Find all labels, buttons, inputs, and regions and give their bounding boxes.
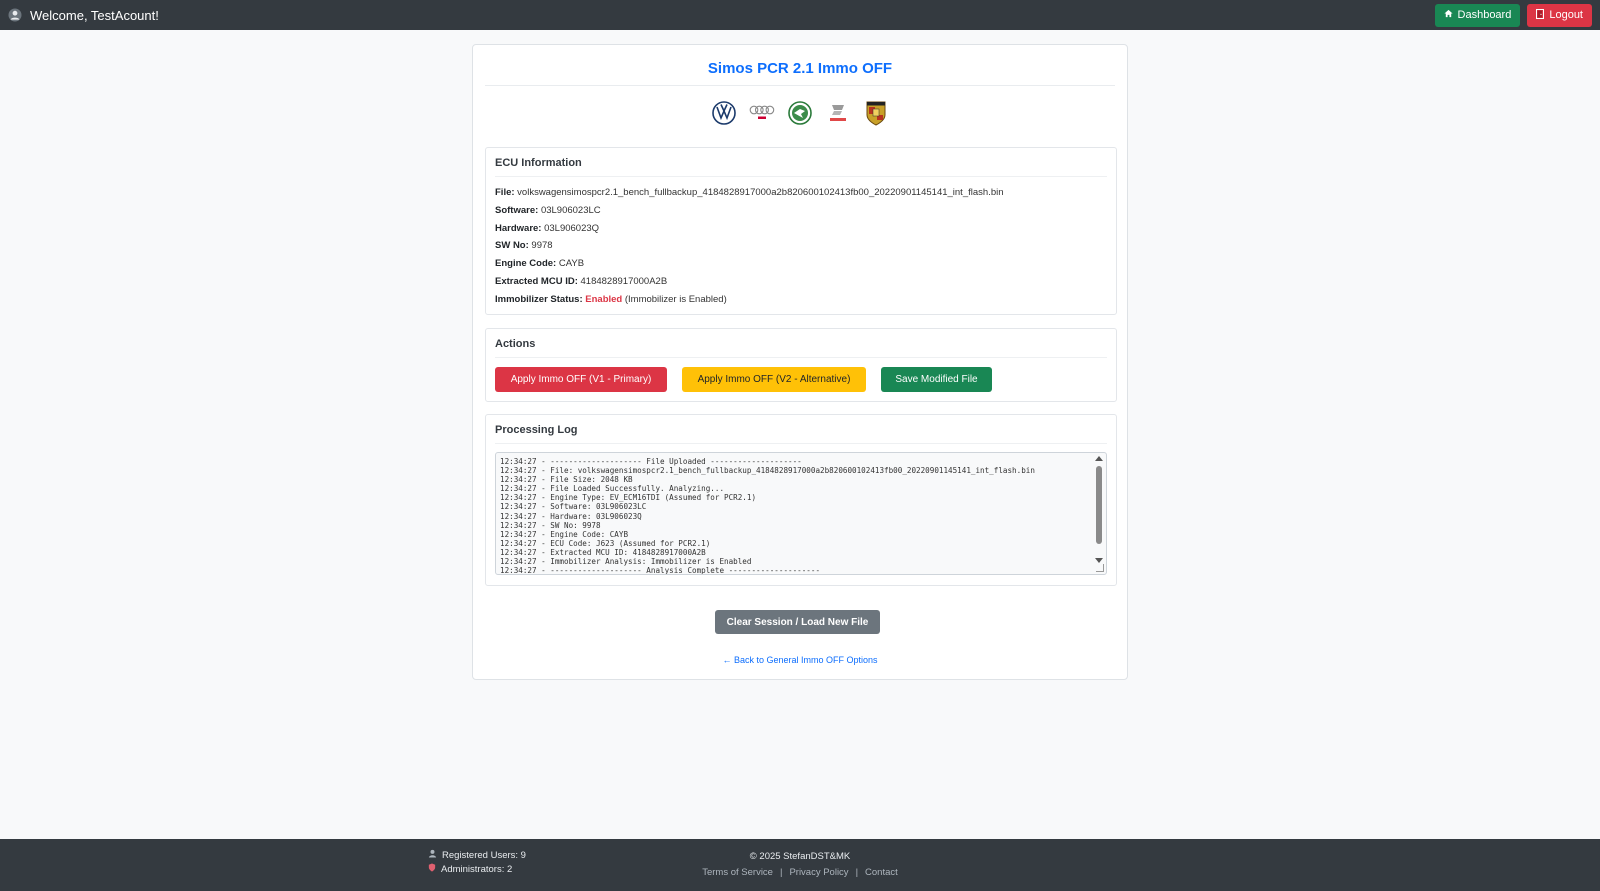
page-title: Simos PCR 2.1 Immo OFF	[485, 60, 1115, 86]
actions-heading: Actions	[495, 338, 1107, 358]
log-line: 12:34:27 - Extracted MCU ID: 41848289170…	[500, 547, 706, 557]
scroll-thumb[interactable]	[1096, 466, 1102, 544]
immobilizer-note: (Immobilizer is Enabled)	[624, 293, 727, 305]
apply-immo-off-v2-button[interactable]: Apply Immo OFF (V2 - Alternative)	[682, 367, 866, 392]
hardware-row: Hardware: 03L906023Q	[495, 220, 1004, 238]
processing-log-textarea[interactable]: 12:34:27 - -------------------- File Upl…	[495, 452, 1107, 575]
log-line: 12:34:27 - File Size: 2048 KB	[500, 475, 633, 485]
skoda-logo-icon	[787, 100, 813, 126]
log-line: 12:34:27 - -------------------- File Upl…	[500, 457, 802, 466]
clear-session-button[interactable]: Clear Session / Load New File	[715, 610, 880, 634]
ecu-information-panel: ECU Information File: volkswagensimospcr…	[485, 147, 1117, 315]
log-line: 12:34:27 - Immobilizer Analysis: Immobil…	[500, 557, 752, 567]
engine-code-value: CAYB	[558, 258, 585, 270]
back-to-immo-options-link[interactable]: ← Back to General Immo OFF Options	[473, 655, 1127, 665]
log-line: 12:34:27 - File Loaded Successfully. Ana…	[500, 484, 725, 494]
processing-log-panel: Processing Log 12:34:27 - --------------…	[485, 414, 1117, 586]
brand-logos	[473, 98, 1127, 128]
save-modified-file-button[interactable]: Save Modified File	[881, 367, 992, 392]
file-value: volkswagensimospcr2.1_bench_fullbackup_4…	[517, 187, 1004, 198]
immobilizer-status-badge: Enabled	[585, 293, 623, 305]
vw-logo-icon	[711, 100, 737, 126]
welcome-area: Welcome, TestAcount!	[8, 8, 159, 23]
apply-immo-off-v1-button[interactable]: Apply Immo OFF (V1 - Primary)	[495, 367, 667, 392]
log-line: 12:34:27 - -------------------- Analysis…	[500, 566, 821, 575]
footer: Registered Users: 9 Administrators: 2 © …	[0, 839, 1600, 891]
home-icon	[1443, 9, 1453, 21]
software-row: Software: 03L906023LC	[495, 202, 1004, 220]
log-line: 12:34:27 - Software: 03L906023LC	[500, 502, 647, 512]
software-value: 03L906023LC	[540, 204, 601, 216]
logout-label: Logout	[1549, 9, 1583, 21]
file-row: File: volkswagensimospcr2.1_bench_fullba…	[495, 184, 1004, 202]
user-icon	[8, 8, 22, 22]
engine-code-row: Engine Code: CAYB	[495, 255, 1004, 273]
log-line: 12:34:27 - Hardware: 03L906023Q	[500, 511, 642, 521]
swno-value: 9978	[531, 240, 553, 252]
hardware-value: 03L906023Q	[544, 222, 600, 234]
software-label: Software:	[495, 204, 539, 216]
porsche-logo-icon	[863, 100, 889, 126]
log-line: 12:34:27 - SW No: 9978	[500, 520, 601, 530]
logout-button[interactable]: Logout	[1527, 3, 1592, 27]
terms-link[interactable]: Terms of Service	[702, 867, 773, 878]
hardware-label: Hardware:	[495, 222, 542, 234]
scroll-up-icon[interactable]	[1095, 456, 1103, 461]
top-navbar: Welcome, TestAcount! Dashboard Logout	[0, 0, 1600, 30]
log-line: 12:34:27 - Engine Type: EV_ECM16TDI (Ass…	[500, 493, 757, 503]
swno-row: SW No: 9978	[495, 237, 1004, 255]
footer-center: © 2025 StefanDST&MK Terms of Service | Pri…	[0, 849, 1600, 881]
log-line: 12:34:27 - Engine Code: CAYB	[500, 529, 629, 539]
engine-code-label: Engine Code:	[495, 258, 557, 270]
resize-grip-icon[interactable]	[1096, 564, 1104, 572]
scroll-down-icon[interactable]	[1095, 558, 1103, 563]
main-card: Simos PCR 2.1 Immo OFF ECU Information F…	[472, 44, 1128, 680]
log-scrollbar[interactable]	[1094, 455, 1104, 563]
file-label: File:	[495, 187, 515, 198]
door-icon	[1536, 8, 1545, 22]
dashboard-label: Dashboard	[1457, 9, 1512, 21]
ecu-info-list: File: volkswagensimospcr2.1_bench_fullba…	[495, 184, 1004, 309]
dashboard-button[interactable]: Dashboard	[1434, 3, 1521, 27]
contact-link[interactable]: Contact	[865, 867, 898, 878]
swno-label: SW No:	[495, 240, 529, 252]
immobilizer-status-label: Immobilizer Status:	[495, 293, 583, 305]
separator: |	[779, 867, 783, 878]
log-line: 12:34:27 - ECU Code: J623 (Assumed for P…	[500, 538, 711, 548]
footer-links: Terms of Service | Privacy Policy | Contact	[0, 865, 1600, 881]
copyright: © 2025 StefanDST&MK	[749, 851, 851, 862]
audi-logo-icon	[749, 100, 775, 126]
seat-logo-icon	[825, 100, 851, 126]
log-line: 12:34:27 - File: volkswagensimospcr2.1_b…	[500, 466, 1035, 476]
privacy-link[interactable]: Privacy Policy	[789, 867, 848, 878]
ecu-information-heading: ECU Information	[495, 157, 1107, 177]
immobilizer-status-row: Immobilizer Status: Enabled (Immobilizer…	[495, 291, 1004, 309]
log-lines: 12:34:27 - -------------------- File Upl…	[500, 457, 1090, 575]
mcu-id-value: 4184828917000A2B	[580, 275, 668, 287]
welcome-text: Welcome, TestAcount!	[30, 7, 159, 23]
processing-log-heading: Processing Log	[495, 424, 1107, 444]
mcu-id-row: Extracted MCU ID: 4184828917000A2B	[495, 273, 1004, 291]
actions-panel: Actions Apply Immo OFF (V1 - Primary) Ap…	[485, 328, 1117, 402]
separator: |	[855, 867, 859, 878]
mcu-id-label: Extracted MCU ID:	[495, 275, 578, 287]
